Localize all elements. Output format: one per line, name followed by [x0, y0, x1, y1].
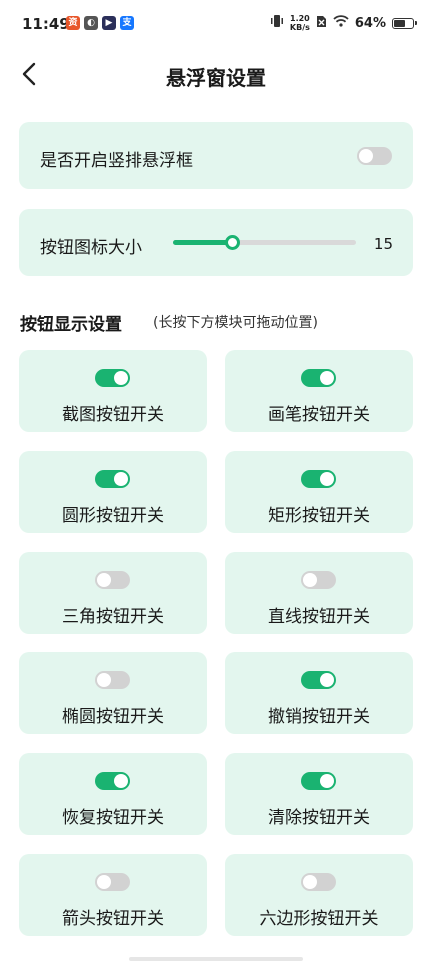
button-toggle-tile[interactable]: 撤销按钮开关	[225, 652, 413, 735]
slider-thumb[interactable]	[224, 235, 240, 250]
button-toggle-tile[interactable]: 直线按钮开关	[225, 551, 413, 634]
button-toggle-switch[interactable]	[301, 772, 336, 791]
button-toggle-label: 六边形按钮开关	[259, 909, 379, 929]
toggle-knob	[97, 673, 111, 688]
button-toggle-tile[interactable]: 截图按钮开关	[19, 350, 207, 432]
button-toggle-switch[interactable]	[301, 369, 336, 387]
wifi-icon	[333, 15, 349, 31]
button-toggle-label: 恢复按钮开关	[62, 808, 164, 829]
vertical-float-label: 是否开启竖排悬浮框	[40, 151, 193, 171]
section-title: 按钮显示设置	[20, 315, 122, 335]
button-toggle-switch[interactable]	[95, 671, 130, 690]
section-hint: (长按下方模块可拖动位置)	[153, 315, 318, 331]
vibrate-icon	[270, 14, 284, 32]
button-toggle-tile[interactable]: 矩形按钮开关	[225, 450, 413, 533]
home-indicator[interactable]	[129, 957, 303, 961]
toggle-knob	[320, 673, 334, 688]
toggle-knob	[359, 149, 373, 163]
app-icon-gray: ◐	[84, 16, 98, 30]
toggle-knob	[303, 875, 317, 889]
no-sim-icon	[316, 15, 327, 32]
button-toggle-label: 三角按钮开关	[62, 606, 164, 627]
button-toggle-tile[interactable]: 圆形按钮开关	[19, 450, 207, 533]
net-speed-value: 1.20	[290, 14, 310, 23]
button-toggle-label: 直线按钮开关	[268, 606, 370, 627]
toggle-knob	[97, 572, 111, 587]
button-toggle-switch[interactable]	[95, 369, 130, 387]
status-bar: 11:49 资 ◐ ▶ 支 1.20 KB/s 64%	[0, 0, 432, 50]
status-app-icons: 资 ◐ ▶ 支	[66, 16, 134, 30]
button-toggle-label: 撤销按钮开关	[268, 707, 370, 728]
button-toggle-tile[interactable]: 清除按钮开关	[225, 753, 413, 836]
button-toggle-switch[interactable]	[301, 469, 336, 488]
button-toggle-label: 截图按钮开关	[62, 405, 164, 425]
button-toggle-label: 圆形按钮开关	[62, 505, 164, 526]
button-toggle-switch[interactable]	[95, 570, 130, 589]
toggle-knob	[303, 572, 317, 587]
toggle-knob	[320, 471, 334, 486]
button-toggle-label: 椭圆按钮开关	[62, 707, 164, 728]
battery-icon	[392, 17, 417, 29]
toggle-knob	[97, 875, 111, 889]
button-toggle-switch[interactable]	[95, 873, 130, 891]
button-toggle-tile[interactable]: 画笔按钮开关	[225, 350, 413, 432]
button-toggle-tile[interactable]: 恢复按钮开关	[19, 753, 207, 836]
button-toggle-switch[interactable]	[301, 570, 336, 589]
toggle-knob	[114, 774, 128, 789]
app-icon-red: 资	[66, 16, 80, 30]
button-toggle-tile[interactable]: 椭圆按钮开关	[19, 652, 207, 735]
button-toggle-switch[interactable]	[301, 671, 336, 690]
icon-size-value: 15	[373, 235, 393, 253]
header: 悬浮窗设置	[0, 50, 432, 100]
icon-size-label: 按钮图标大小	[40, 238, 142, 258]
button-toggle-label: 画笔按钮开关	[268, 405, 370, 425]
app-icon-blue: 支	[120, 16, 134, 30]
status-time: 11:49	[22, 15, 70, 33]
net-speed-unit: KB/s	[289, 23, 310, 32]
button-toggle-switch[interactable]	[301, 873, 336, 891]
toggle-knob	[320, 371, 334, 385]
app-icon-dark: ▶	[102, 16, 116, 30]
net-speed: 1.20 KB/s	[290, 14, 310, 32]
status-indicators: 1.20 KB/s 64%	[270, 14, 417, 32]
button-toggle-label: 矩形按钮开关	[268, 505, 370, 526]
toggle-knob	[320, 774, 334, 789]
button-toggle-tile[interactable]: 箭头按钮开关	[19, 854, 207, 936]
button-toggle-switch[interactable]	[95, 469, 130, 488]
battery-fill	[394, 19, 405, 27]
button-toggle-tile[interactable]: 六边形按钮开关	[225, 854, 413, 936]
icon-size-slider[interactable]	[173, 235, 356, 250]
icon-size-setting: 按钮图标大小 15	[19, 209, 413, 276]
button-toggle-switch[interactable]	[95, 772, 130, 791]
toggle-knob	[114, 371, 128, 385]
page-title: 悬浮窗设置	[166, 66, 266, 90]
battery-text: 64%	[354, 15, 386, 31]
toggle-knob	[114, 471, 128, 486]
button-toggle-label: 箭头按钮开关	[62, 909, 164, 929]
vertical-float-toggle[interactable]	[357, 147, 392, 165]
button-toggle-tile[interactable]: 三角按钮开关	[19, 551, 207, 634]
button-toggle-label: 清除按钮开关	[268, 808, 370, 829]
vertical-float-setting: 是否开启竖排悬浮框	[19, 122, 413, 189]
slider-fill	[173, 240, 232, 245]
